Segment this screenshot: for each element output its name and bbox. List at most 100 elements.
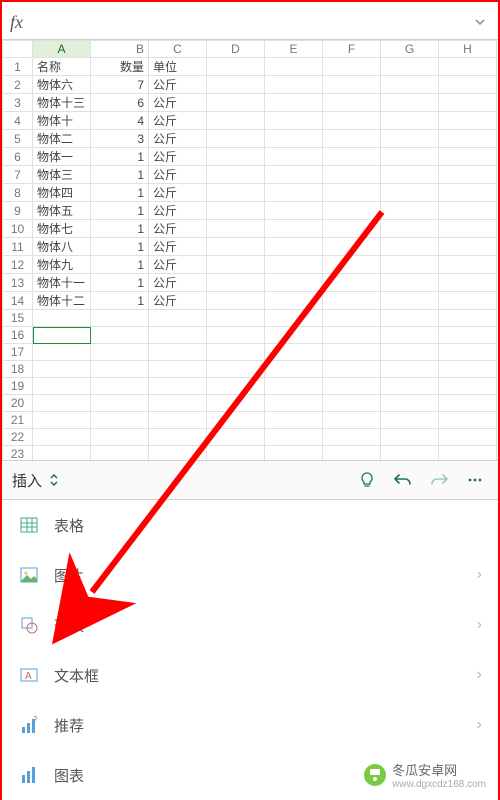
cell-F22[interactable] <box>323 429 381 446</box>
cell-G2[interactable] <box>381 76 439 94</box>
cell-F9[interactable] <box>323 202 381 220</box>
cell-A20[interactable] <box>33 395 91 412</box>
column-header-H[interactable]: H <box>439 41 497 58</box>
cell-C14[interactable]: 公斤 <box>149 292 207 310</box>
cell-G5[interactable] <box>381 130 439 148</box>
cell-A6[interactable]: 物体一 <box>33 148 91 166</box>
cell-D7[interactable] <box>207 166 265 184</box>
menu-item-picture[interactable]: 图片› <box>2 550 498 600</box>
cell-E3[interactable] <box>265 94 323 112</box>
cell-B13[interactable]: 1 <box>91 274 149 292</box>
cell-H12[interactable] <box>439 256 497 274</box>
cell-F10[interactable] <box>323 220 381 238</box>
cell-D9[interactable] <box>207 202 265 220</box>
cell-A11[interactable]: 物体八 <box>33 238 91 256</box>
cell-B1[interactable]: 数量 <box>91 58 149 76</box>
cell-C22[interactable] <box>149 429 207 446</box>
row-header-14[interactable]: 14 <box>3 292 33 310</box>
cell-A14[interactable]: 物体十二 <box>33 292 91 310</box>
cell-A18[interactable] <box>33 361 91 378</box>
cell-A15[interactable] <box>33 310 91 327</box>
cell-B18[interactable] <box>91 361 149 378</box>
cell-C8[interactable]: 公斤 <box>149 184 207 202</box>
cell-B16[interactable] <box>91 327 149 344</box>
formula-input[interactable] <box>29 11 470 35</box>
table-row[interactable]: 16 <box>3 327 497 344</box>
table-row[interactable]: 9物体五1公斤 <box>3 202 497 220</box>
table-row[interactable]: 15 <box>3 310 497 327</box>
cell-G14[interactable] <box>381 292 439 310</box>
cell-F8[interactable] <box>323 184 381 202</box>
row-header-10[interactable]: 10 <box>3 220 33 238</box>
cell-C21[interactable] <box>149 412 207 429</box>
cell-F11[interactable] <box>323 238 381 256</box>
cell-F14[interactable] <box>323 292 381 310</box>
cell-F6[interactable] <box>323 148 381 166</box>
cell-H6[interactable] <box>439 148 497 166</box>
cell-D1[interactable] <box>207 58 265 76</box>
table-row[interactable]: 13物体十一1公斤 <box>3 274 497 292</box>
row-header-12[interactable]: 12 <box>3 256 33 274</box>
cell-F21[interactable] <box>323 412 381 429</box>
cell-H22[interactable] <box>439 429 497 446</box>
cell-B5[interactable]: 3 <box>91 130 149 148</box>
cell-A21[interactable] <box>33 412 91 429</box>
cell-A16[interactable] <box>33 327 91 344</box>
cell-C7[interactable]: 公斤 <box>149 166 207 184</box>
cell-G3[interactable] <box>381 94 439 112</box>
cell-G18[interactable] <box>381 361 439 378</box>
cell-A5[interactable]: 物体二 <box>33 130 91 148</box>
cell-G7[interactable] <box>381 166 439 184</box>
cell-H7[interactable] <box>439 166 497 184</box>
cell-A7[interactable]: 物体三 <box>33 166 91 184</box>
cell-D12[interactable] <box>207 256 265 274</box>
cell-G4[interactable] <box>381 112 439 130</box>
cell-D8[interactable] <box>207 184 265 202</box>
more-icon[interactable] <box>462 467 488 493</box>
row-header-13[interactable]: 13 <box>3 274 33 292</box>
cell-A22[interactable] <box>33 429 91 446</box>
cell-C19[interactable] <box>149 378 207 395</box>
cell-A3[interactable]: 物体十三 <box>33 94 91 112</box>
cell-H3[interactable] <box>439 94 497 112</box>
cell-G8[interactable] <box>381 184 439 202</box>
table-row[interactable]: 22 <box>3 429 497 446</box>
row-header-20[interactable]: 20 <box>3 395 33 412</box>
row-header-8[interactable]: 8 <box>3 184 33 202</box>
cell-D21[interactable] <box>207 412 265 429</box>
cell-A8[interactable]: 物体四 <box>33 184 91 202</box>
cell-B4[interactable]: 4 <box>91 112 149 130</box>
cell-C1[interactable]: 单位 <box>149 58 207 76</box>
cell-C5[interactable]: 公斤 <box>149 130 207 148</box>
row-header-1[interactable]: 1 <box>3 58 33 76</box>
redo-icon[interactable] <box>426 467 452 493</box>
cell-E14[interactable] <box>265 292 323 310</box>
cell-H13[interactable] <box>439 274 497 292</box>
cell-B2[interactable]: 7 <box>91 76 149 94</box>
column-header-G[interactable]: G <box>381 41 439 58</box>
cell-B20[interactable] <box>91 395 149 412</box>
cell-A1[interactable]: 名称 <box>33 58 91 76</box>
cell-D14[interactable] <box>207 292 265 310</box>
mode-picker[interactable]: 插入 <box>12 470 60 491</box>
column-header-C[interactable]: C <box>149 41 207 58</box>
cell-B14[interactable]: 1 <box>91 292 149 310</box>
column-header-B[interactable]: B <box>91 41 149 58</box>
select-all-corner[interactable] <box>3 41 33 58</box>
cell-H5[interactable] <box>439 130 497 148</box>
spreadsheet[interactable]: ABCDEFGH1名称数量单位2物体六7公斤3物体十三6公斤4物体十4公斤5物体… <box>2 40 498 460</box>
cell-A17[interactable] <box>33 344 91 361</box>
cell-C18[interactable] <box>149 361 207 378</box>
cell-H10[interactable] <box>439 220 497 238</box>
cell-E17[interactable] <box>265 344 323 361</box>
table-row[interactable]: 23 <box>3 446 497 461</box>
cell-C3[interactable]: 公斤 <box>149 94 207 112</box>
cell-H8[interactable] <box>439 184 497 202</box>
cell-B8[interactable]: 1 <box>91 184 149 202</box>
cell-E18[interactable] <box>265 361 323 378</box>
cell-C6[interactable]: 公斤 <box>149 148 207 166</box>
cell-C12[interactable]: 公斤 <box>149 256 207 274</box>
cell-C4[interactable]: 公斤 <box>149 112 207 130</box>
cell-F4[interactable] <box>323 112 381 130</box>
cell-G12[interactable] <box>381 256 439 274</box>
